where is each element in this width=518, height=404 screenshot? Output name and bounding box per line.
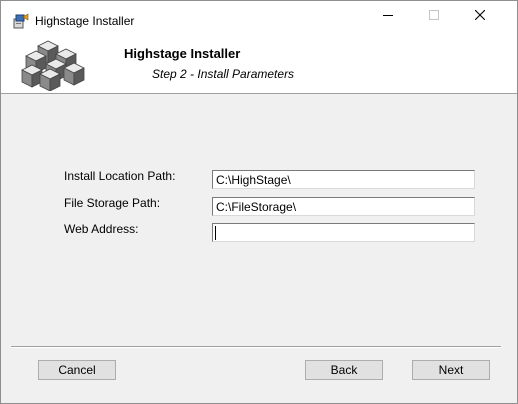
file-storage-input[interactable] — [212, 197, 475, 216]
footer-divider-highlight — [11, 347, 501, 348]
web-address-input[interactable] — [212, 223, 475, 242]
maximize-button — [411, 1, 457, 31]
cubes-logo — [20, 39, 86, 92]
install-location-label: Install Location Path: — [64, 169, 176, 183]
back-button[interactable]: Back — [305, 360, 383, 380]
minimize-button[interactable] — [365, 1, 411, 31]
banner-title: Highstage Installer — [124, 46, 241, 61]
maximize-icon — [429, 9, 439, 23]
installer-window: Highstage Installer Highstage Installer … — [0, 0, 518, 404]
installer-icon — [13, 13, 29, 29]
minimize-icon — [383, 9, 393, 23]
close-icon — [474, 9, 486, 23]
banner-subtitle: Step 2 - Install Parameters — [152, 67, 295, 81]
file-storage-label: File Storage Path: — [64, 196, 161, 210]
header-banner: Highstage Installer Step 2 - Install Par… — [1, 31, 517, 94]
window-title: Highstage Installer — [35, 14, 135, 28]
text-caret — [215, 226, 216, 240]
cancel-button[interactable]: Cancel — [38, 360, 116, 380]
web-address-label: Web Address: — [64, 222, 139, 236]
title-bar[interactable]: Highstage Installer — [1, 1, 517, 31]
next-button[interactable]: Next — [412, 360, 490, 380]
install-location-input[interactable] — [212, 170, 475, 189]
close-button[interactable] — [457, 1, 503, 31]
